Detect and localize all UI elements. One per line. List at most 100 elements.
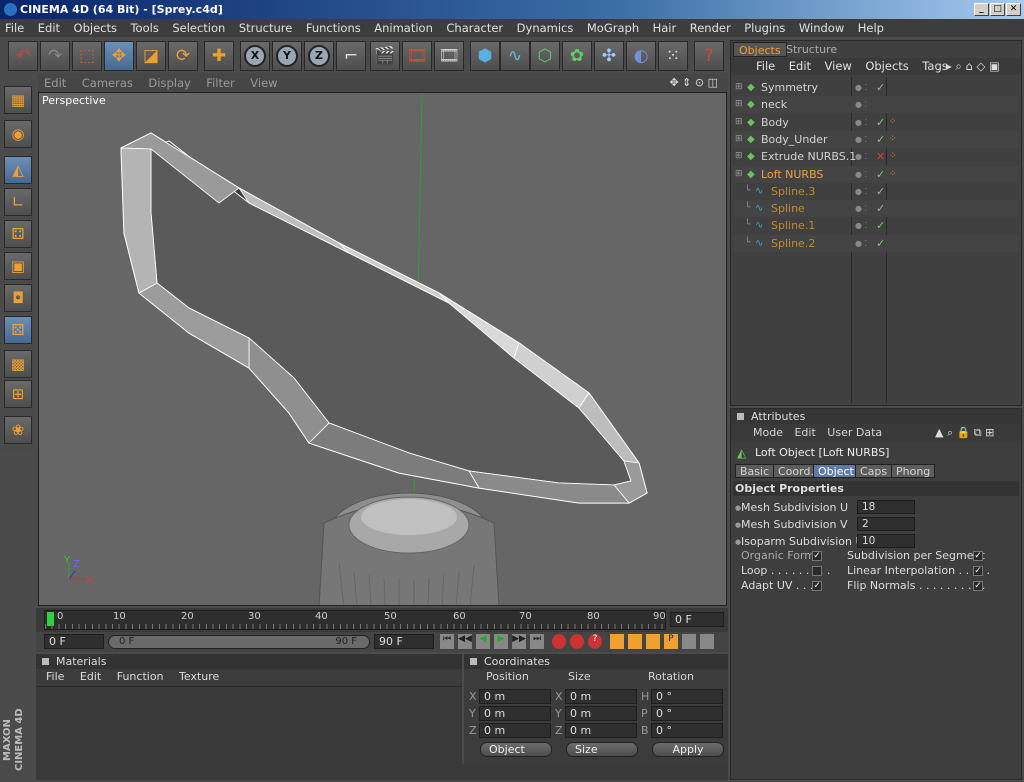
viewport-menu-filter[interactable]: Filter xyxy=(200,74,240,92)
enabled-check-icon[interactable]: ✓ xyxy=(876,79,885,96)
menu-file[interactable]: File xyxy=(0,19,29,37)
scene-button[interactable]: ◐ xyxy=(626,41,656,71)
live-selection-button[interactable]: ⚄ xyxy=(4,316,32,344)
sculpt-button[interactable]: ❀ xyxy=(4,416,32,444)
minimize-button[interactable]: _ xyxy=(974,3,989,16)
end-frame-field[interactable]: 90 F xyxy=(374,634,434,649)
coord-size-z-field[interactable]: 0 m xyxy=(565,723,637,738)
attr-tab-basic[interactable]: Basic xyxy=(735,464,775,478)
phong-tag-icon[interactable]: ⁘ xyxy=(889,114,897,131)
adapt-uv-checkbox[interactable]: ✓ xyxy=(812,581,822,591)
menu-structure[interactable]: Structure xyxy=(234,19,298,37)
polygon-mode-button[interactable]: ◘ xyxy=(4,284,32,312)
object-row[interactable]: └ ∿ Spline.1 ● ⁚ ✓ xyxy=(733,217,1019,234)
attributes-menu-edit[interactable]: Edit xyxy=(790,426,819,439)
model-tool-button[interactable]: ◉ xyxy=(4,120,32,148)
coord-size-x-field[interactable]: 0 m xyxy=(565,689,637,704)
objects-menu-file[interactable]: File xyxy=(751,58,780,75)
viewport-menu-display[interactable]: Display xyxy=(142,74,196,92)
scale-tool-button[interactable]: ◪ xyxy=(136,41,166,71)
enabled-check-icon[interactable]: ✓ xyxy=(876,235,885,252)
phong-tag-icon[interactable]: ⁘ xyxy=(889,166,897,183)
viewport-nav-icons[interactable]: ✥ ⇕ ⊙ ◫ xyxy=(663,74,724,92)
tree-expand-icon[interactable]: ⊞ xyxy=(735,114,743,131)
object-name[interactable]: Extrude NURBS.1 xyxy=(761,148,856,165)
coord-size-dropdown[interactable]: Size xyxy=(566,742,638,757)
timeline[interactable]: 0 10 20 30 40 50 60 70 80 90 0 F xyxy=(36,608,728,632)
enabled-check-icon[interactable]: ✓ xyxy=(876,131,885,148)
object-name[interactable]: Spline.2 xyxy=(771,235,815,252)
phong-tag-icon[interactable]: ⁘ xyxy=(889,131,897,148)
key-scale-button[interactable] xyxy=(628,634,642,649)
object-name[interactable]: Spline.1 xyxy=(771,217,815,234)
coord-rot-b-field[interactable]: 0 ° xyxy=(651,723,723,738)
menu-edit[interactable]: Edit xyxy=(33,19,65,37)
enabled-check-icon[interactable]: ✓ xyxy=(876,200,885,217)
object-row[interactable]: └ ∿ Spline.3 ● ⁚ ✓ xyxy=(733,183,1019,200)
menu-mograph[interactable]: MoGraph xyxy=(582,19,644,37)
coord-pos-x-field[interactable]: 0 m xyxy=(479,689,551,704)
coord-pos-z-field[interactable]: 0 m xyxy=(479,723,551,738)
isoparm-subdivision-u-field[interactable]: 10 xyxy=(857,534,915,548)
enabled-check-icon[interactable]: ✓ xyxy=(876,217,885,234)
attributes-toolbar-icons[interactable]: ▲ ⌕ 🔒 ⧉ ⊞ xyxy=(935,424,994,441)
visibility-dots-icon[interactable]: ● ⁚ xyxy=(855,183,867,200)
tab-structure[interactable]: Structure xyxy=(781,42,842,57)
attributes-menu-user-data[interactable]: User Data xyxy=(823,426,886,439)
nurbs-button[interactable]: ⬡ xyxy=(530,41,560,71)
deformer-button[interactable]: ✣ xyxy=(594,41,624,71)
object-mode-button[interactable]: ◭ xyxy=(4,156,32,184)
menu-hair[interactable]: Hair xyxy=(648,19,682,37)
object-row[interactable]: ⊞ ◆ Extrude NURBS.1 ● ⁚ ✕ ⁘ xyxy=(733,148,1019,165)
object-name[interactable]: Body xyxy=(761,114,789,131)
object-name[interactable]: neck xyxy=(761,96,787,113)
undo-button[interactable]: ↶ xyxy=(8,41,38,71)
visibility-dots-icon[interactable]: ● ⁚ xyxy=(855,131,867,148)
enabled-check-icon[interactable]: ✕ xyxy=(876,148,885,165)
coord-pos-y-field[interactable]: 0 m xyxy=(479,706,551,721)
key-parameter-button[interactable]: P xyxy=(664,634,678,649)
tab-objects[interactable]: Objects xyxy=(733,42,787,57)
menu-animation[interactable]: Animation xyxy=(369,19,438,37)
attr-tab-phong[interactable]: Phong xyxy=(891,464,936,478)
object-name[interactable]: Body_Under xyxy=(761,131,828,148)
visibility-dots-icon[interactable]: ● ⁚ xyxy=(855,79,867,96)
objects-toolbar-icons[interactable]: ▸ ⌕ ⌂ ◇ ▣ xyxy=(941,58,1005,75)
materials-list[interactable] xyxy=(36,686,462,764)
key-position-button[interactable] xyxy=(610,634,624,649)
texture-mode-button[interactable]: ∟ xyxy=(4,188,32,216)
object-row[interactable]: ⊞ ◆ Body_Under ● ⁚ ✓ ⁘ xyxy=(733,130,1019,148)
coord-rot-p-field[interactable]: 0 ° xyxy=(651,706,723,721)
object-name[interactable]: Spline xyxy=(771,200,805,217)
object-name[interactable]: Spline.3 xyxy=(771,183,815,200)
menu-help[interactable]: Help xyxy=(853,19,889,37)
object-row[interactable]: ⊞ ◆ Symmetry ● ⁚ ✓ xyxy=(733,79,1019,96)
objects-menu-edit[interactable]: Edit xyxy=(784,58,816,75)
start-frame-field[interactable]: 0 F xyxy=(44,634,104,649)
enabled-check-icon[interactable]: ✓ xyxy=(876,183,885,200)
menu-window[interactable]: Window xyxy=(794,19,849,37)
range-slider[interactable]: 0 F 90 F xyxy=(108,635,370,649)
materials-menu-function[interactable]: Function xyxy=(111,669,170,685)
object-name[interactable]: Symmetry xyxy=(761,79,818,96)
attr-tab-caps[interactable]: Caps xyxy=(855,464,893,478)
menu-plugins[interactable]: Plugins xyxy=(739,19,790,37)
visibility-dots-icon[interactable]: ● ⁚ xyxy=(855,166,867,183)
menu-selection[interactable]: Selection xyxy=(167,19,230,37)
visibility-dots-icon[interactable]: ● ⁚ xyxy=(855,148,867,165)
object-row[interactable]: ⊞ ◆ neck ● ⁚ xyxy=(733,96,1019,114)
viewport-menu-edit[interactable]: Edit xyxy=(38,74,72,92)
record-button[interactable] xyxy=(552,634,566,649)
layout-button[interactable]: ▦ xyxy=(4,86,32,114)
help-button[interactable]: ? xyxy=(694,41,724,71)
linear-interpolation-checkbox[interactable]: ✓ xyxy=(973,566,983,576)
enabled-check-icon[interactable]: ✓ xyxy=(876,114,885,131)
move-tool-button[interactable]: ✥ xyxy=(104,41,134,71)
tree-expand-icon[interactable]: └ xyxy=(745,217,750,234)
maximize-button[interactable]: □ xyxy=(990,3,1005,16)
current-frame-field[interactable]: 0 F xyxy=(670,612,724,627)
visibility-dots-icon[interactable]: ● ⁚ xyxy=(855,114,867,131)
tree-expand-icon[interactable]: ⊞ xyxy=(735,96,743,113)
snap-button[interactable]: ⊞ xyxy=(4,380,32,408)
goto-end-button[interactable]: ⏭ xyxy=(530,634,544,649)
